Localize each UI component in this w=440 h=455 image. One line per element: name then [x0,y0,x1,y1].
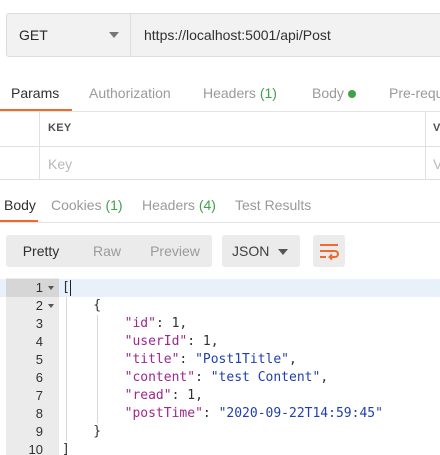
column-header-value: V [433,122,440,134]
params-header-next-cell: V [427,112,440,146]
code-text: "userId": 1, [124,334,219,349]
divider [0,222,440,223]
param-key-input[interactable]: Key [40,147,426,179]
line-number: 8 [35,406,43,421]
tab-pre-request-label: Pre-requ [389,85,440,101]
line-number: 3 [35,316,43,331]
tab-cookies-count: (1) [105,197,123,213]
view-raw-button[interactable]: Raw [76,235,138,267]
fold-arrow-icon[interactable] [48,304,54,308]
indent-guide [66,297,67,441]
view-mode-switch: Pretty Raw Preview [6,235,212,267]
line-number: 6 [35,370,43,385]
tab-test-results[interactable]: Test Results [235,197,311,213]
line-number-cell: 9 [6,423,59,441]
line-number: 4 [35,334,43,349]
tab-body-label: Body [312,85,344,101]
tab-params[interactable]: Params [11,85,59,101]
tab-response-headers[interactable]: Headers (4) [142,197,216,213]
line-number-cell: 4 [6,333,59,351]
line-number-cell: 10 [6,441,59,455]
code-text: "postTime": "2020-09-22T14:59:45" [124,406,383,421]
code-text: ] [62,442,70,455]
param-value-placeholder: V [433,156,440,172]
chevron-down-icon [278,249,288,255]
code-text: [ [62,280,70,295]
params-input-row: Key V [0,147,440,180]
tab-headers-count: (1) [259,85,277,101]
code-text: "id": 1, [124,316,188,331]
tab-cookies[interactable]: Cookies (1) [51,197,123,213]
tab-response-body[interactable]: Body [4,197,36,213]
tab-headers-label: Headers [203,85,256,101]
line-number-cell: 3 [6,315,59,333]
tab-body[interactable]: Body [312,85,344,101]
code-line: 10] [0,441,440,455]
column-header-key: KEY [48,122,72,134]
fold-arrow-icon[interactable] [48,286,54,290]
params-header-check-cell [0,112,40,146]
indent-guide [97,315,98,423]
code-text: { [62,298,102,313]
chevron-down-icon [109,32,119,38]
line-number: 2 [35,298,43,313]
code-text: } [62,424,102,439]
code-text: "content": "test Content", [124,370,329,385]
format-label: JSON [232,243,270,259]
line-number-cell: 7 [6,387,59,405]
code-line: 1[ [0,279,440,297]
text-cursor [70,280,71,296]
line-number: 5 [35,352,43,367]
tab-cookies-label: Cookies [51,197,102,213]
tab-authorization-label: Authorization [89,85,171,101]
tab-authorization[interactable]: Authorization [89,85,171,101]
tab-headers[interactable]: Headers (1) [203,85,277,101]
tab-params-label: Params [11,85,60,101]
line-number: 1 [35,280,43,295]
params-row-check-cell[interactable] [0,147,40,179]
code-text: "read": 1, [124,388,203,403]
method-select[interactable]: GET [7,14,131,56]
tab-response-headers-label: Headers [142,197,195,213]
line-number-cell: 1 [6,279,59,297]
method-label: GET [19,27,48,43]
view-pretty-button[interactable]: Pretty [6,235,76,267]
format-select[interactable]: JSON [222,235,300,267]
param-value-input[interactable]: V [427,147,440,179]
params-header-row: KEY V [0,112,440,147]
tab-test-results-label: Test Results [235,197,312,213]
line-number-cell: 2 [6,297,59,315]
line-number: 7 [35,388,43,403]
view-preview-button[interactable]: Preview [138,235,212,267]
wrap-lines-icon [320,244,339,261]
tab-response-body-label: Body [4,197,36,213]
line-number: 10 [28,442,43,455]
line-number-cell: 6 [6,369,59,387]
tab-response-headers-count: (4) [198,197,216,213]
line-number: 9 [35,424,43,439]
tab-pre-request[interactable]: Pre-requ [389,85,440,101]
line-number-cell: 5 [6,351,59,369]
param-key-placeholder: Key [48,156,73,172]
request-bar: GET https://localhost:5001/api/Post [6,13,440,57]
url-input[interactable]: https://localhost:5001/api/Post [144,27,331,43]
body-indicator-dot [348,90,356,98]
params-header-key-cell: KEY [40,112,426,146]
line-number-cell: 8 [6,405,59,423]
wrap-lines-button[interactable] [313,235,345,267]
response-body-editor[interactable]: 1[2 {3 "id": 1, 4 "userId": 1, 5 "title": … [0,278,440,455]
